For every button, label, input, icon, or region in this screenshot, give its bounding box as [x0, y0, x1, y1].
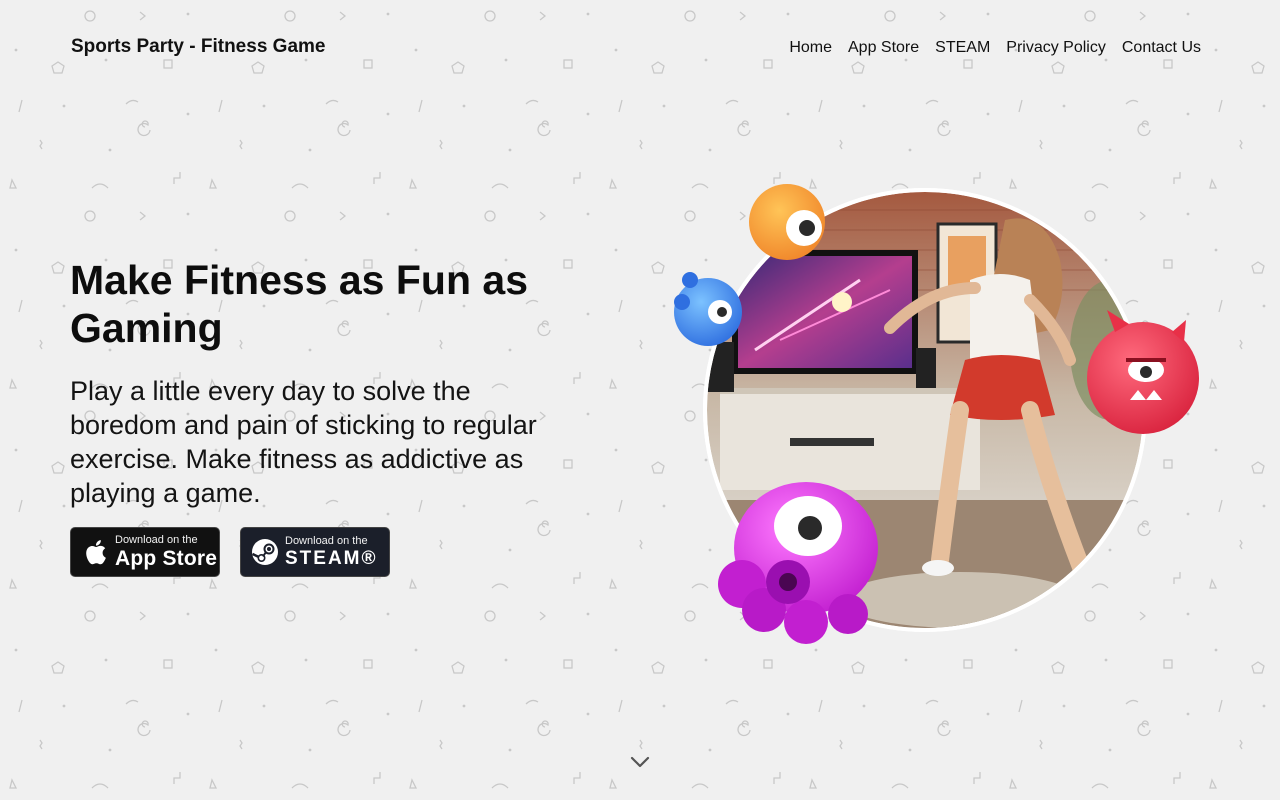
orange-monster-icon: [749, 184, 825, 260]
hero-subtitle: Play a little every day to solve the bor…: [70, 376, 537, 508]
blue-monster-icon: [674, 272, 742, 346]
nav-contact-us[interactable]: Contact Us: [1122, 38, 1201, 58]
brand-title[interactable]: Sports Party - Fitness Game: [71, 36, 325, 58]
app-store-badge-caption: Download on the: [115, 534, 198, 546]
steam-badge-label: STEAM®: [285, 548, 378, 569]
nav-home[interactable]: Home: [789, 38, 832, 58]
app-store-badge-label: App Store: [115, 547, 218, 570]
app-store-download-button[interactable]: Download on the App Store: [70, 527, 220, 577]
hero-title: Make Fitness as Fun as Gaming: [70, 257, 529, 351]
nav-steam[interactable]: STEAM: [935, 38, 990, 58]
download-badges: Download on the App Store Download on th…: [70, 527, 390, 577]
hero-illustration: [674, 184, 1199, 644]
steam-download-button[interactable]: Download on the STEAM®: [240, 527, 390, 577]
chevron-down-icon[interactable]: [628, 752, 652, 772]
nav-privacy-policy[interactable]: Privacy Policy: [1006, 38, 1106, 58]
hero-text: Make Fitness as Fun as Gaming Play a lit…: [70, 256, 550, 510]
steam-icon: [251, 538, 279, 566]
top-bar: Sports Party - Fitness Game Home App Sto…: [0, 0, 1280, 96]
steam-badge-caption: Download on the: [285, 535, 368, 547]
main-nav: Home App Store STEAM Privacy Policy Cont…: [789, 38, 1201, 58]
apple-icon: [81, 538, 109, 566]
nav-app-store[interactable]: App Store: [848, 38, 919, 58]
